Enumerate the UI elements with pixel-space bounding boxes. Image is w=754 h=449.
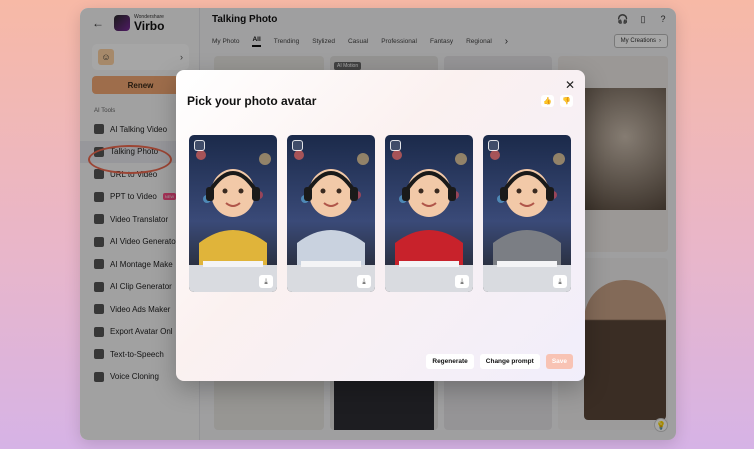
download-icon[interactable]: ⤓ xyxy=(455,275,469,288)
download-icon[interactable]: ⤓ xyxy=(259,275,273,288)
avatar-option-card[interactable]: ⤓ xyxy=(483,135,571,292)
modal-title: Pick your photo avatar xyxy=(187,94,317,108)
thumbs-down-icon[interactable]: 👎 xyxy=(560,95,573,107)
thumbs-up-icon[interactable]: 👍 xyxy=(541,95,554,107)
regenerate-button[interactable]: Regenerate xyxy=(426,354,474,369)
avatar-option-card[interactable]: ⤓ xyxy=(287,135,375,292)
baby-newsroom-image xyxy=(189,135,277,292)
modal-footer: Regenerate Change prompt Save xyxy=(426,354,573,369)
save-button[interactable]: Save xyxy=(545,354,573,369)
select-checkbox[interactable] xyxy=(390,140,401,151)
baby-newsroom-image xyxy=(385,135,473,292)
baby-newsroom-image xyxy=(287,135,375,292)
select-checkbox[interactable] xyxy=(194,140,205,151)
avatar-option-card[interactable]: ⤓ xyxy=(189,135,277,292)
avatar-option-card[interactable]: ⤓ xyxy=(385,135,473,292)
select-checkbox[interactable] xyxy=(488,140,499,151)
download-icon[interactable]: ⤓ xyxy=(553,275,567,288)
change-prompt-button[interactable]: Change prompt xyxy=(479,354,540,369)
close-icon[interactable]: ✕ xyxy=(565,78,575,92)
feedback-buttons: 👍 👎 xyxy=(541,95,573,107)
baby-newsroom-image xyxy=(483,135,571,292)
download-icon[interactable]: ⤓ xyxy=(357,275,371,288)
pick-avatar-modal: Pick your photo avatar ✕ 👍 👎 ⤓ ⤓ ⤓ ⤓ Regene… xyxy=(176,70,585,381)
select-checkbox[interactable] xyxy=(292,140,303,151)
